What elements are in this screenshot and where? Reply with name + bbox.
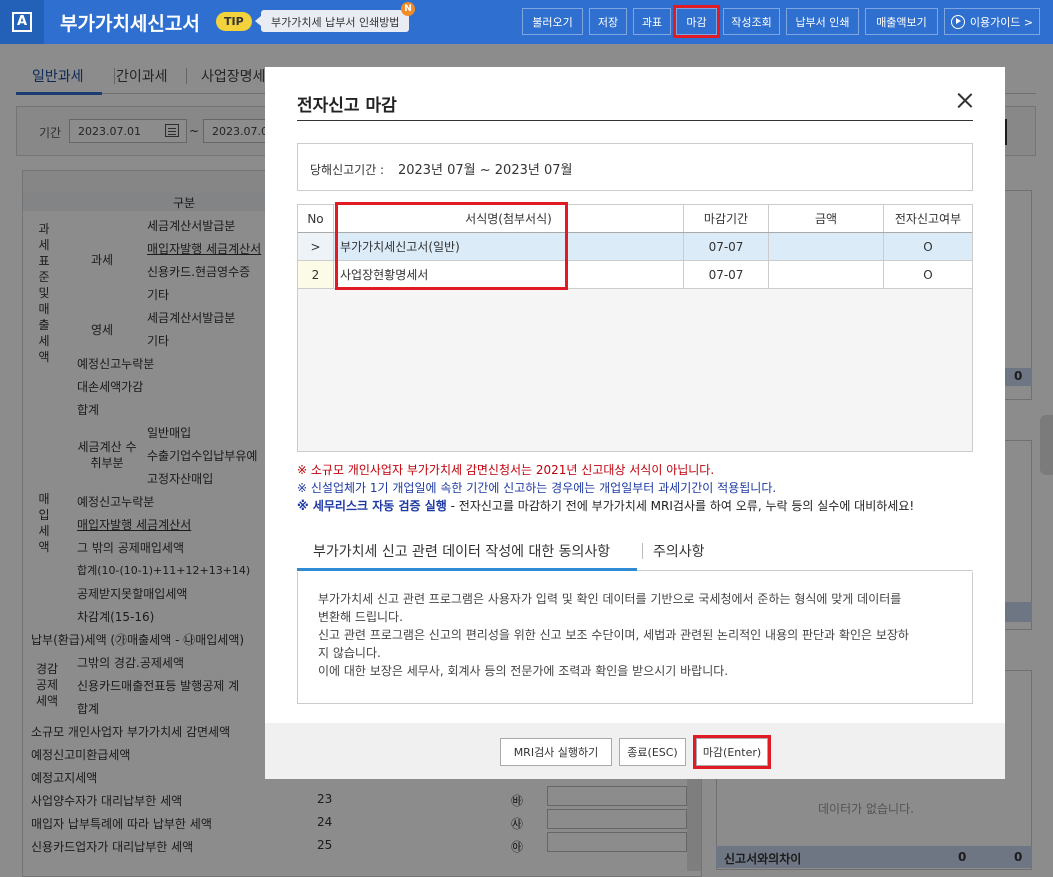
print-payment-button[interactable]: 납부서 인쇄 bbox=[786, 8, 859, 35]
filing-period-box: 당해신고기간 : 2023년 07월 ~ 2023년 07월 bbox=[297, 143, 973, 191]
tax-base-button[interactable]: 과표 bbox=[633, 8, 671, 35]
col-efile: 전자신고여부 bbox=[894, 212, 962, 226]
row-selector-icon: > bbox=[298, 233, 334, 260]
row-efile: O bbox=[923, 267, 933, 282]
guide-label: 이용가이드 > bbox=[969, 15, 1034, 29]
app-logo[interactable]: A bbox=[0, 0, 44, 44]
row-number: 2 bbox=[298, 261, 334, 288]
filing-period-label: 당해신고기간 : bbox=[310, 163, 385, 177]
consent-text-box: 부가가치세 신고 관련 프로그램은 사용자가 입력 및 확인 데이터를 기반으로… bbox=[297, 572, 973, 704]
load-button[interactable]: 불러오기 bbox=[522, 8, 583, 35]
notice-mri: ※ 세무리스크 자동 검증 실행 - 전자신고를 마감하기 전에 부가가치세 M… bbox=[297, 497, 914, 515]
col-no: No bbox=[298, 205, 334, 232]
cancel-button[interactable]: 종료(ESC) bbox=[619, 738, 686, 766]
play-circle-icon bbox=[950, 14, 965, 29]
tab-consent[interactable]: 부가가치세 신고 관련 데이터 작성에 대한 동의사항 bbox=[313, 541, 610, 561]
filing-period-value: 2023년 07월 ~ 2023년 07월 bbox=[397, 163, 573, 178]
tip-link[interactable]: 부가가치세 납부서 인쇄방법 bbox=[254, 10, 410, 32]
new-badge: N bbox=[401, 2, 415, 16]
row-efile: O bbox=[923, 239, 933, 254]
notice-small-business: ※ 소규모 개인사업자 부가가치세 감면신청서는 2021년 신고대상 서식이 … bbox=[297, 463, 715, 477]
row-amount bbox=[769, 261, 884, 288]
row-amount bbox=[769, 233, 884, 260]
tab-cautions[interactable]: 주의사항 bbox=[653, 541, 705, 561]
finish-button[interactable]: 마감(Enter) bbox=[693, 735, 771, 769]
consent-line: 지 않습니다. bbox=[318, 646, 381, 660]
row-period: 07-07 bbox=[684, 233, 769, 260]
history-button[interactable]: 작성조회 bbox=[723, 8, 780, 35]
row-period: 07-07 bbox=[684, 261, 769, 288]
dialog-footer: MRI검사 실행하기 종료(ESC) 마감(Enter) bbox=[265, 723, 1005, 779]
close-icon[interactable] bbox=[955, 91, 975, 111]
active-subtab-underline bbox=[297, 568, 637, 571]
title-divider bbox=[297, 120, 973, 121]
notice-list: ※ 소규모 개인사업자 부가가치세 감면신청서는 2021년 신고대상 서식이 … bbox=[297, 461, 914, 515]
form-name-highlight bbox=[335, 202, 568, 290]
guide-button[interactable]: 이용가이드 > bbox=[944, 8, 1040, 35]
col-period: 마감기간 bbox=[684, 205, 769, 232]
tab-divider bbox=[642, 543, 643, 559]
consent-line: 신고 관련 프로그램은 신고의 편리성을 위한 신고 보조 수단이며, 세법과 … bbox=[318, 628, 909, 642]
app-title: 부가가치세신고서 bbox=[60, 13, 200, 35]
notice-new-business: ※ 신설업체가 1기 개업일에 속한 기간에 신고하는 경우에는 개업일부터 과… bbox=[297, 481, 777, 495]
consent-tabs: 부가가치세 신고 관련 데이터 작성에 대한 동의사항 주의사항 bbox=[297, 533, 973, 571]
notice-mri-body: - 전자신고를 마감하기 전에 부가가치세 MRI검사를 하여 오류, 누락 등… bbox=[446, 499, 915, 513]
dialog-title: 전자신고 마감 bbox=[297, 96, 397, 116]
notice-mri-title: ※ 세무리스크 자동 검증 실행 bbox=[297, 499, 447, 513]
sales-view-button[interactable]: 매출액보기 bbox=[865, 8, 938, 35]
close-filing-button[interactable]: 마감 bbox=[673, 5, 720, 38]
consent-line: 변환해 드립니다. bbox=[318, 610, 403, 624]
col-amount: 금액 bbox=[769, 205, 884, 232]
consent-line: 부가가치세 신고 관련 프로그램은 사용자가 입력 및 확인 데이터를 기반으로… bbox=[318, 592, 902, 606]
top-bar: A 부가가치세신고서 TIP 부가가치세 납부서 인쇄방법 N 불러오기 저장 … bbox=[0, 0, 1053, 44]
consent-line: 이에 대한 보장은 세무사, 회계사 등의 전문가에 조력과 확인을 받으시기 … bbox=[318, 664, 729, 678]
tip-badge[interactable]: TIP bbox=[216, 12, 252, 31]
mri-check-button[interactable]: MRI검사 실행하기 bbox=[500, 738, 612, 766]
forms-grid: No 서식명(첨부서식) 마감기간 금액 전자신고여부 > 부가가치세신고서(일… bbox=[297, 202, 973, 452]
logo-a-icon: A bbox=[12, 12, 32, 32]
e-filing-close-dialog: 전자신고 마감 당해신고기간 : 2023년 07월 ~ 2023년 07월 N… bbox=[265, 67, 1005, 779]
save-button[interactable]: 저장 bbox=[589, 8, 627, 35]
